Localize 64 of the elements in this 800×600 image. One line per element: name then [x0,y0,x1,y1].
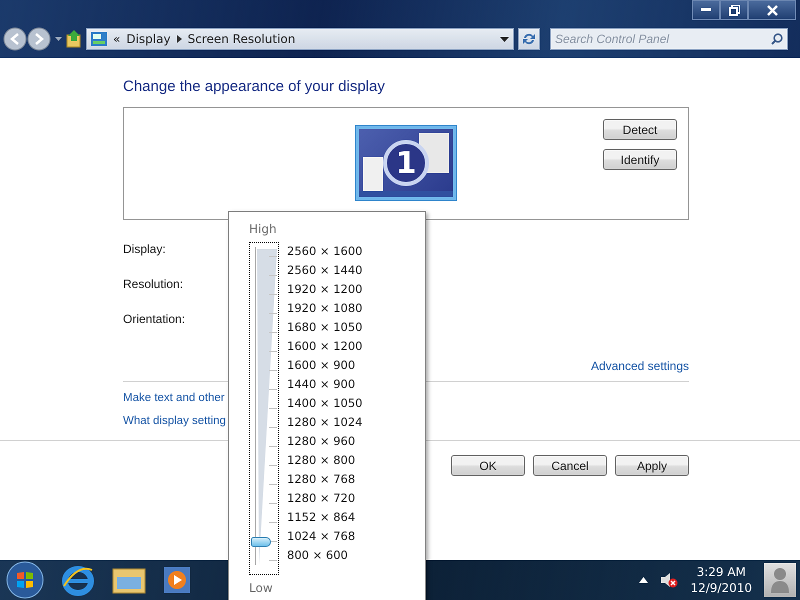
resolution-option[interactable]: 800 × 600 [287,546,362,565]
close-icon [766,4,778,16]
resolution-option[interactable]: 1600 × 900 [287,356,362,375]
refresh-button[interactable] [518,28,540,50]
clock-time: 3:29 AM [696,564,747,580]
side-button[interactable]: Detect [603,119,677,140]
breadcrumb-overflow[interactable]: « [113,32,120,46]
start-orb-icon[interactable] [6,561,44,599]
control-panel-icon [91,32,107,46]
slider-thumb[interactable] [251,536,271,546]
breadcrumb-item[interactable]: Display [126,32,171,46]
resolution-option[interactable]: 1280 × 720 [287,489,362,508]
breadcrumb-arrow-icon [176,35,182,43]
search-field[interactable]: Search Control Panel [550,28,788,50]
resolution-option[interactable]: 1400 × 1050 [287,394,362,413]
user-tile[interactable] [764,563,796,597]
dialog-button[interactable]: Apply [615,455,689,476]
advanced-settings-link[interactable]: Advanced settings [590,359,689,373]
show-hidden-icons-arrow-icon[interactable] [639,577,648,583]
breadcrumb-item[interactable]: Screen Resolution [188,32,296,46]
resolution-option[interactable]: 2560 × 1440 [287,261,362,280]
field-label: Display: [123,242,166,256]
muted-speaker-icon[interactable] [660,572,678,588]
monitor-drawing[interactable]: 1 [356,126,456,200]
folder-up-icon[interactable] [66,30,82,48]
resolution-option[interactable]: 1920 × 1080 [287,299,362,318]
restore-icon [728,4,740,16]
resolution-option[interactable]: 1280 × 800 [287,451,362,470]
dialog-button[interactable]: OK [451,455,525,476]
clock[interactable]: 3:29 AM 12/9/2010 [690,564,752,596]
page-heading: Change the appearance of your display [123,78,386,95]
resolution-option[interactable]: 1152 × 864 [287,508,362,527]
resolution-option[interactable]: 1440 × 900 [287,375,362,394]
resolution-option[interactable]: 1920 × 1200 [287,280,362,299]
resolution-option[interactable]: 2560 × 1600 [287,242,362,261]
display-number: 1 [383,140,429,186]
refresh-arrows-icon [522,32,536,46]
side-button[interactable]: Identify [603,149,677,170]
low-label: Low [249,581,274,595]
field-label: Resolution: [123,277,184,291]
maximize-button[interactable] [720,0,748,20]
resolution-option[interactable]: 1680 × 1050 [287,318,362,337]
resolution-option[interactable]: 1280 × 768 [287,470,362,489]
help-link[interactable]: What display setting [123,415,226,427]
help-link[interactable]: Make text and other [123,392,225,404]
resolution-option[interactable]: 1600 × 1200 [287,337,362,356]
clock-date: 12/9/2010 [690,580,752,596]
resolution-option[interactable]: 1024 × 768 [287,527,362,546]
minimize-icon [701,8,711,12]
back-button[interactable] [3,27,27,51]
search-icon [771,33,783,45]
high-label: High [249,222,278,236]
dialog-button[interactable]: Cancel [533,455,607,476]
media-player-icon[interactable] [164,565,190,595]
address-dropdown-icon[interactable] [500,36,509,42]
resolution-option[interactable]: 1280 × 1024 [287,413,362,432]
forward-button[interactable] [27,27,51,51]
person-silhouette-icon [770,567,790,593]
minimize-button[interactable] [692,0,720,20]
field-label: Orientation: [123,312,186,326]
resolution-option[interactable]: 1280 × 960 [287,432,362,451]
close-button[interactable] [748,0,796,20]
internet-browser-icon[interactable] [62,564,94,596]
dropdown-caret-icon[interactable] [55,37,62,41]
